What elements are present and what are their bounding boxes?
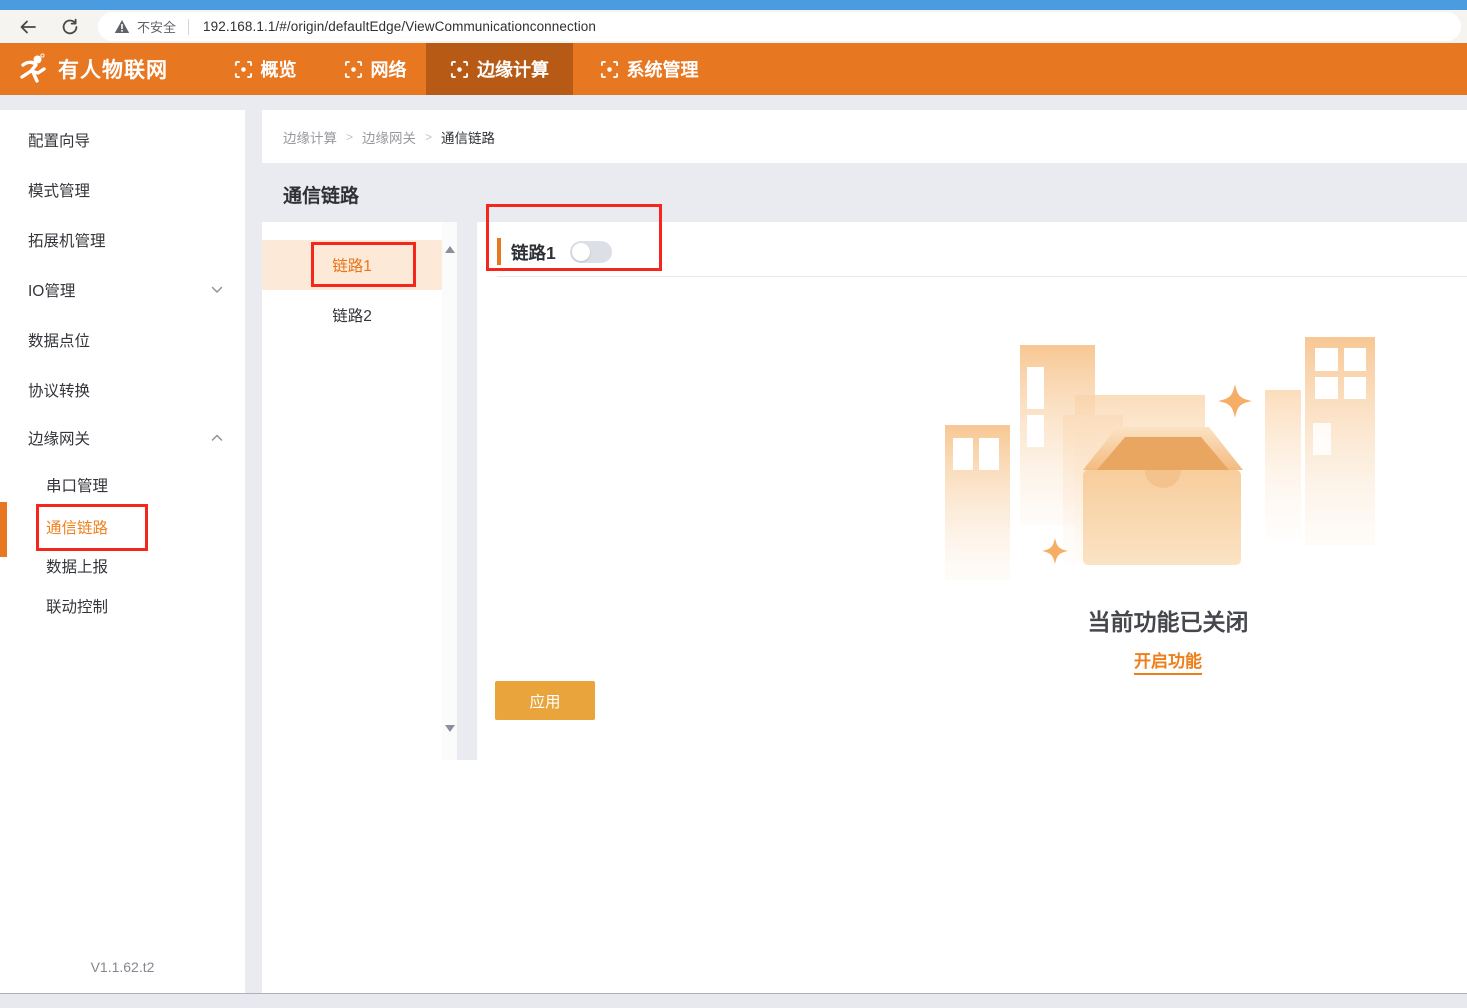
sidebar-item-label: 配置向导 bbox=[28, 129, 90, 151]
breadcrumb-current: 通信链路 bbox=[441, 127, 495, 147]
nav-tab-overview[interactable]: 概览 bbox=[222, 43, 308, 95]
tab-label: 链路1 bbox=[332, 254, 372, 276]
content-lower-area bbox=[262, 760, 477, 993]
nav-tab-label: 概览 bbox=[261, 56, 297, 82]
link-detail-panel: 链路1 bbox=[477, 222, 1467, 993]
scroll-up-icon[interactable] bbox=[445, 246, 455, 253]
usr-logo-icon bbox=[14, 51, 50, 87]
sidebar-item-expander-management[interactable]: 拓展机管理 bbox=[0, 215, 245, 265]
scroll-down-icon[interactable] bbox=[445, 725, 455, 732]
breadcrumb: 边缘计算 > 边缘网关 > 通信链路 bbox=[262, 110, 1467, 163]
brand: 有人物联网 bbox=[14, 43, 168, 95]
browser-window-strip bbox=[0, 0, 1467, 10]
scan-dot-icon bbox=[344, 60, 363, 79]
sidebar-subitem-linkage-control[interactable]: 联动控制 bbox=[0, 586, 245, 626]
brand-name: 有人物联网 bbox=[58, 54, 168, 84]
sidebar-subitem-serial-management[interactable]: 串口管理 bbox=[0, 465, 245, 505]
sidebar-item-label: 协议转换 bbox=[28, 379, 90, 401]
scan-dot-icon bbox=[600, 60, 619, 79]
scan-dot-icon bbox=[450, 60, 469, 79]
tab-link1[interactable]: 链路1 bbox=[262, 240, 442, 290]
sidebar-item-edge-gateway[interactable]: 边缘网关 bbox=[0, 413, 245, 463]
sidebar-item-label: 边缘网关 bbox=[28, 427, 90, 449]
breadcrumb-edge-gateway[interactable]: 边缘网关 bbox=[362, 127, 416, 147]
tab-label: 链路2 bbox=[332, 304, 372, 326]
sidebar-item-io-management[interactable]: IO管理 bbox=[0, 265, 245, 315]
apply-button[interactable]: 应用 bbox=[495, 681, 595, 720]
sidebar-item-label: 模式管理 bbox=[28, 179, 90, 201]
page-bottom-strip bbox=[0, 993, 1467, 1008]
sidebar-item-protocol-conversion[interactable]: 协议转换 bbox=[0, 365, 245, 415]
sidebar: 配置向导 模式管理 拓展机管理 IO管理 数据点位 协议转换 边缘网关 串口管理… bbox=[0, 110, 245, 993]
browser-address-bar[interactable]: 不安全 192.168.1.1/#/origin/defaultEdge/Vie… bbox=[98, 12, 1461, 41]
section-divider bbox=[497, 276, 1467, 277]
nav-tab-system-management[interactable]: 系统管理 bbox=[588, 43, 710, 95]
nav-tab-label: 网络 bbox=[371, 56, 407, 82]
breadcrumb-separator: > bbox=[346, 130, 353, 144]
sidebar-item-label: IO管理 bbox=[28, 279, 75, 301]
app-header: 有人物联网 概览 网络 边缘计算 bbox=[0, 43, 1467, 95]
nav-tab-label: 边缘计算 bbox=[477, 56, 549, 82]
section-title: 链路1 bbox=[511, 240, 556, 265]
sidebar-subitem-communication-link[interactable]: 通信链路 bbox=[0, 507, 245, 547]
browser-back-button[interactable] bbox=[15, 14, 41, 40]
not-secure-warning-icon[interactable] bbox=[114, 19, 130, 34]
section-accent-bar bbox=[497, 238, 501, 265]
nav-tab-edge-computing-active[interactable]: 边缘计算 bbox=[426, 43, 573, 95]
reload-icon bbox=[60, 17, 80, 37]
toggle-knob bbox=[572, 243, 590, 261]
browser-toolbar: 不安全 192.168.1.1/#/origin/defaultEdge/Vie… bbox=[0, 10, 1467, 43]
chevron-down-icon bbox=[211, 286, 223, 294]
sidebar-item-label: 拓展机管理 bbox=[28, 229, 106, 251]
sidebar-item-config-wizard[interactable]: 配置向导 bbox=[0, 115, 245, 165]
enable-feature-link[interactable]: 开启功能 bbox=[1134, 652, 1202, 675]
empty-state-illustration bbox=[945, 335, 1375, 595]
nav-tab-label: 系统管理 bbox=[627, 56, 699, 82]
screen: 不安全 192.168.1.1/#/origin/defaultEdge/Vie… bbox=[0, 0, 1467, 1008]
security-label[interactable]: 不安全 bbox=[137, 17, 176, 36]
sidebar-item-label: 数据点位 bbox=[28, 329, 90, 351]
scan-dot-icon bbox=[234, 60, 253, 79]
link-tab-list: 链路1 链路2 bbox=[262, 222, 442, 760]
tab-link2[interactable]: 链路2 bbox=[262, 290, 442, 340]
sidebar-item-data-points[interactable]: 数据点位 bbox=[0, 315, 245, 365]
sidebar-subitem-data-report[interactable]: 数据上报 bbox=[0, 546, 245, 586]
page-title: 通信链路 bbox=[283, 181, 359, 208]
sidebar-subitem-label: 数据上报 bbox=[46, 555, 108, 577]
sidebar-item-mode-management[interactable]: 模式管理 bbox=[0, 165, 245, 215]
breadcrumb-edge-computing[interactable]: 边缘计算 bbox=[283, 127, 337, 147]
browser-reload-button[interactable] bbox=[57, 14, 83, 40]
url-divider bbox=[188, 19, 189, 35]
sidebar-subitem-label: 串口管理 bbox=[46, 474, 108, 496]
sidebar-subitem-label: 联动控制 bbox=[46, 595, 108, 617]
chevron-up-icon bbox=[211, 434, 223, 442]
back-arrow-icon bbox=[18, 17, 38, 37]
url-text[interactable]: 192.168.1.1/#/origin/defaultEdge/ViewCom… bbox=[203, 19, 596, 34]
version-label: V1.1.62.t2 bbox=[0, 959, 245, 975]
empty-state-message: 当前功能已关闭 bbox=[968, 603, 1368, 637]
sidebar-subitem-label: 通信链路 bbox=[46, 516, 108, 538]
tab-list-scrollbar bbox=[442, 222, 457, 760]
nav-tab-network[interactable]: 网络 bbox=[332, 43, 418, 95]
link1-enable-toggle[interactable] bbox=[570, 241, 612, 263]
breadcrumb-separator: > bbox=[425, 130, 432, 144]
sidebar-active-indicator bbox=[0, 502, 7, 557]
